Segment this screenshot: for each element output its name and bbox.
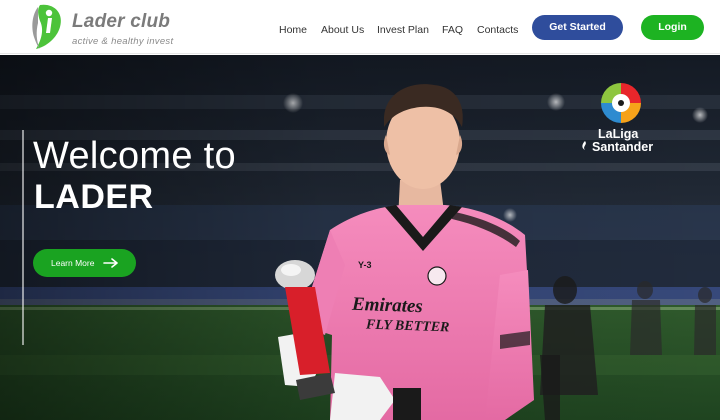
arrow-right-icon — [103, 258, 118, 268]
nav-invest-plan[interactable]: Invest Plan — [377, 24, 429, 36]
jersey-badge-text: Y-3 — [358, 260, 372, 270]
hero-brand-heading: LADER — [34, 178, 154, 216]
learn-more-button[interactable]: Learn More — [33, 249, 136, 277]
laliga-line-2-text: Santander — [592, 140, 654, 154]
hero-section: Welcome to LADER Learn More LaLiga Santa… — [0, 55, 720, 420]
learn-more-label: Learn More — [51, 258, 95, 268]
laliga-ball-icon — [601, 83, 641, 123]
laliga-line-2: Santander — [580, 140, 653, 154]
laliga-logo: LaLiga Santander — [578, 81, 668, 161]
jersey-sponsor-text: Emirates — [351, 293, 424, 318]
nav-about-us[interactable]: About Us — [321, 24, 364, 36]
logo-title: Lader club — [72, 11, 171, 32]
jersey-tagline-text: FLY BETTER — [365, 317, 450, 336]
nav-faq[interactable]: FAQ — [442, 24, 463, 36]
hero-divider — [22, 130, 24, 345]
hero-welcome-heading: Welcome to — [33, 135, 236, 177]
site-logo[interactable]: Lader club active & healthy invest — [28, 3, 178, 51]
logo-tagline: active & healthy invest — [72, 36, 174, 47]
nav-contacts[interactable]: Contacts — [477, 24, 518, 36]
leaf-figure-icon — [32, 4, 61, 49]
top-header: Lader club active & healthy invest Home … — [0, 0, 720, 54]
get-started-button[interactable]: Get Started — [532, 15, 623, 40]
laliga-line-1: LaLiga — [598, 127, 639, 141]
login-button[interactable]: Login — [641, 15, 704, 40]
nav-home[interactable]: Home — [279, 24, 307, 36]
